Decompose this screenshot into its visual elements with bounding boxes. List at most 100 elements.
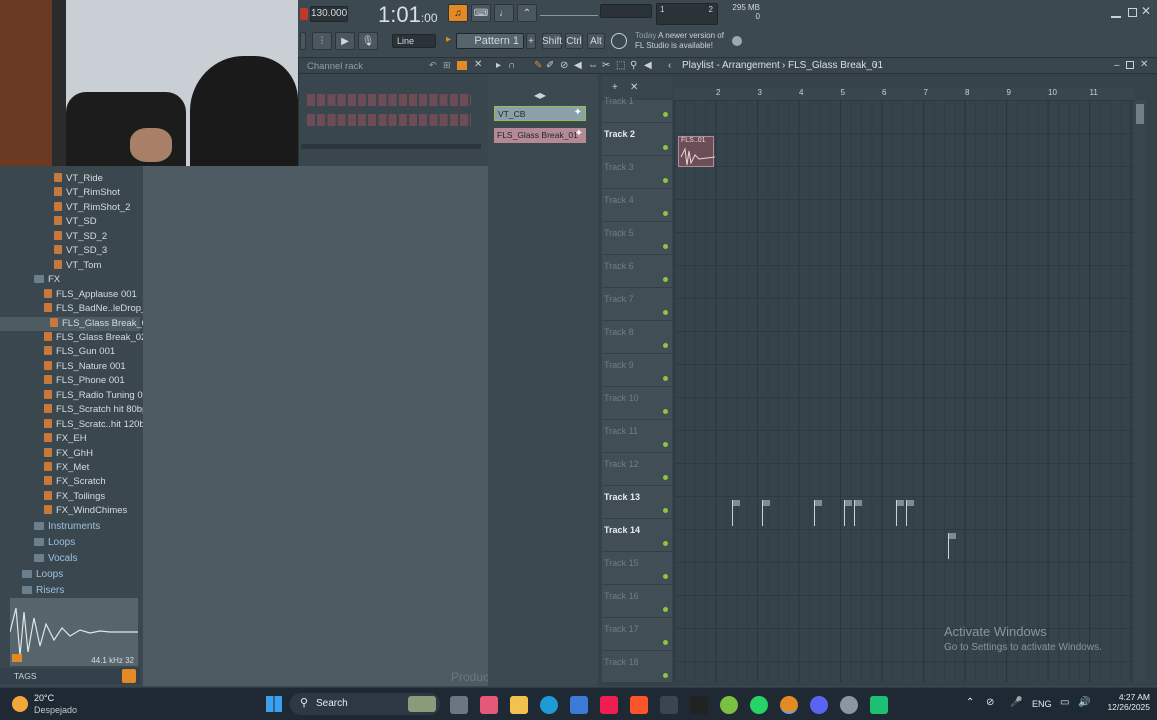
pattern-clip[interactable] [814,500,822,526]
typing-keyboard-icon[interactable]: ⌨ [471,4,491,22]
track-header[interactable]: Track 15 [602,552,672,585]
browser-file[interactable]: VT_Tom [0,259,140,273]
search-icon[interactable] [122,669,136,683]
graph-icon[interactable]: ⊞ [443,60,451,71]
track-header[interactable]: Track 12 [602,453,672,486]
browser-file[interactable]: VT_RimShot_2 [0,201,140,215]
browser-file[interactable]: FLS_Applause 001 [0,288,140,302]
browser-file[interactable]: FLS_BadNe..leDrop_02 [0,302,157,316]
track-mute-led[interactable] [663,277,668,282]
step-row-1[interactable] [307,94,471,106]
taskbar-search-box[interactable]: ⚲ Search [290,693,440,715]
minimize-icon[interactable] [1111,8,1121,18]
track-mute-led[interactable] [663,442,668,447]
pattern-clip[interactable] [854,500,862,526]
wifi-icon[interactable]: ▭ [1060,697,1069,708]
playlist-close-icon[interactable]: ✕ [1140,59,1148,70]
browser-file[interactable]: FLS_Phone 001 [0,374,140,388]
weather-desc[interactable]: Despejado [34,705,77,715]
clock[interactable]: 4:27 AM 12/26/2025 [1100,692,1150,712]
track-mute-led[interactable] [663,508,668,513]
browser-folder[interactable]: Vocals [0,552,77,566]
scrollbar-thumb[interactable] [1136,104,1144,124]
weather-icon[interactable] [12,696,28,712]
pattern-clip[interactable] [948,533,956,559]
browser-file[interactable]: FX_Toilings [0,490,140,504]
playlist-maximize-icon[interactable] [1126,61,1134,69]
track-header[interactable]: Track 1 [602,90,672,123]
track-mute-led[interactable] [663,475,668,480]
tiktok-icon[interactable] [600,696,618,714]
fl-studio-icon[interactable] [780,696,798,714]
browser-file[interactable]: FLS_Glass Break_01 [0,316,152,331]
zoom-tool-icon[interactable]: ⚲ [630,60,637,71]
microphone-icon[interactable]: 🎙 [358,32,378,50]
track-header[interactable]: Track 18 [602,651,672,684]
browser-file[interactable]: FLS_Gun 001 [0,345,140,359]
shift-button[interactable]: Shift [542,33,562,49]
store-icon[interactable] [570,696,588,714]
slice-tool-icon[interactable]: ✂ [602,60,610,71]
weather-temp[interactable]: 20°C [34,693,54,703]
browser-folder[interactable]: Risers [0,584,64,598]
pattern-clip[interactable] [732,500,740,526]
browser-file[interactable]: FLS_Scratch hit 80bpm [0,403,155,417]
slip-tool-icon[interactable]: ⇔ [588,60,598,71]
browser-folder[interactable]: Instruments [0,520,100,534]
pattern-menu-icon[interactable]: › [874,60,877,71]
app-icon-1[interactable] [660,696,678,714]
volume-icon[interactable]: 🔊 [1078,697,1090,708]
browser-file[interactable]: FLS_Radio Tuning 001 [0,389,153,403]
news-panel[interactable]: Today A newer version of FL Studio is av… [635,31,735,51]
track-mute-led[interactable] [663,541,668,546]
track-header[interactable]: Track 16 [602,585,672,618]
windows-start-icon[interactable] [266,696,282,712]
metronome-icon[interactable]: ♩ [494,4,514,22]
track-header[interactable]: Track 17 [602,618,672,651]
settings-icon[interactable] [840,696,858,714]
paint-tool-icon[interactable]: ✐ [546,60,554,71]
wait-icon[interactable]: ⌃ [517,4,537,22]
track-mute-led[interactable] [663,607,668,612]
browser-file[interactable]: FX_EH [0,432,140,446]
master-volume-slider[interactable] [540,8,598,16]
track-header[interactable]: Track 4 [602,189,672,222]
capcut-icon[interactable] [690,696,708,714]
pattern-song-toggle[interactable]: ♫ [448,4,468,22]
browser-file[interactable]: FLS_Nature 001 [0,360,140,374]
track-mute-led[interactable] [663,310,668,315]
delete-tool-icon[interactable]: ⊘ [560,60,568,71]
snap-mode-select[interactable]: Line [392,34,436,48]
playlist-menu-icon[interactable]: ‹ [668,60,671,71]
track-mute-led[interactable] [663,574,668,579]
browser-file[interactable]: VT_SD [0,215,140,229]
browser-folder[interactable]: FX [0,273,140,287]
track-header[interactable]: Track 3 [602,156,672,189]
browser-file[interactable]: FX_GhH [0,447,140,461]
browser-file[interactable]: VT_RimShot [0,186,140,200]
browser-file[interactable]: FLS_Glass Break_02 [0,331,146,345]
pattern-prev-icon[interactable]: ▸ [446,34,454,48]
app-icon-2[interactable] [870,696,888,714]
pattern-clip[interactable] [762,500,770,526]
playback-tool-icon[interactable]: ◀ [644,60,652,71]
audio-clip[interactable]: FLS..01 [678,136,715,167]
arrangement-grid[interactable] [674,100,1134,682]
channel-rack-scrollbar[interactable] [301,144,481,149]
mixer-icon[interactable]: ⫶ [312,32,332,50]
track-header[interactable]: Track 13 [602,486,672,519]
play-icon[interactable]: ▸ [496,60,501,71]
edge-icon[interactable] [540,696,558,714]
track-mute-led[interactable] [663,211,668,216]
vertical-scrollbar[interactable] [1134,100,1146,682]
magnet-icon[interactable]: ∩ [508,60,515,71]
pattern-selector[interactable]: Pattern 1 [456,33,524,49]
pattern-clip[interactable] [906,500,914,526]
microphone-tray-icon[interactable]: 🎤 [1010,697,1022,708]
browser-file[interactable]: FX_Met [0,461,140,475]
timeline-ruler[interactable]: 2 3 4 5 6 7 8 9 10 11 [674,88,1134,100]
track-header[interactable]: Track 9 [602,354,672,387]
brave-icon[interactable] [630,696,648,714]
track-mute-led[interactable] [663,112,668,117]
browser-folder[interactable]: Loops [0,568,63,582]
